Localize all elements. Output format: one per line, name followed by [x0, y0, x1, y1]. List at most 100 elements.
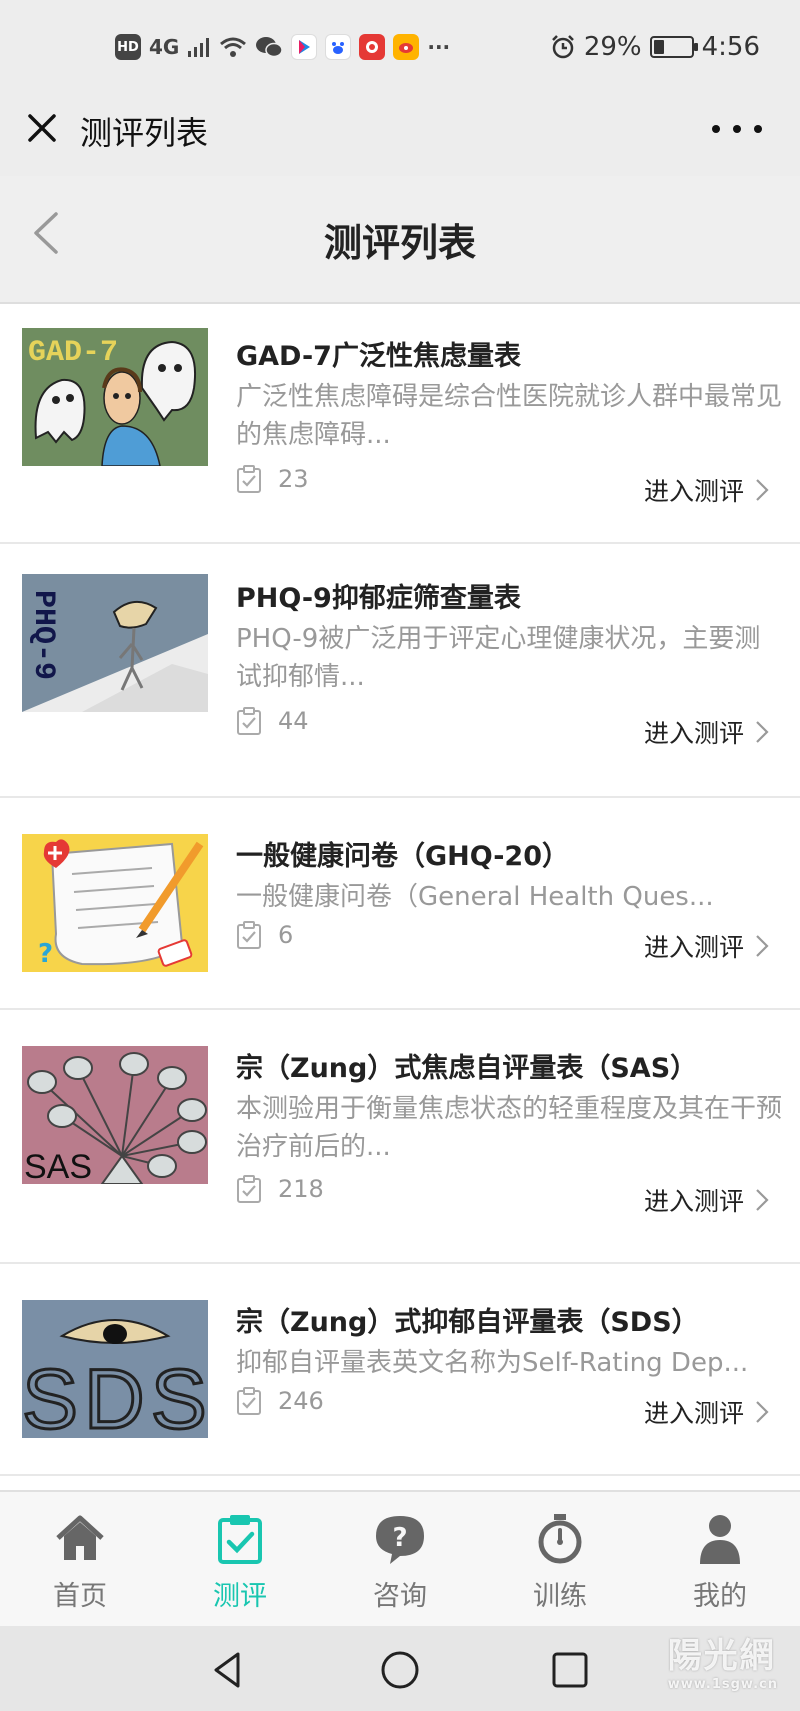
- status-bar: HD 4G ··· 29% 4:56: [0, 0, 800, 92]
- home-icon: [56, 1515, 104, 1560]
- item-description: PHQ-9被广泛用于评定心理健康状况，主要测试抑郁情...: [236, 624, 761, 692]
- wifi-icon: [220, 37, 247, 57]
- thumbnail-image: ?: [22, 834, 208, 972]
- enter-test-button[interactable]: 进入测评: [644, 928, 770, 964]
- tab-consult[interactable]: ? 咨询: [320, 1492, 480, 1626]
- status-right: 29% 4:56: [550, 28, 760, 66]
- enter-label: 进入测评: [643, 477, 744, 506]
- tab-profile[interactable]: 我的: [640, 1492, 800, 1626]
- thumbnail-image: PHQ-9: [22, 574, 208, 712]
- test-count: 6: [236, 920, 293, 950]
- recent-apps-icon[interactable]: [548, 1648, 592, 1692]
- count-value: 23: [278, 465, 309, 493]
- item-description: 广泛性焦虑障碍是综合性医院就诊人群中最常见的焦虑障碍...: [236, 382, 783, 450]
- more-menu-icon[interactable]: [712, 114, 762, 144]
- close-icon[interactable]: [22, 108, 62, 148]
- thumbnail-image: SAS: [22, 1046, 208, 1184]
- thumb-label: PHQ-9: [26, 590, 60, 680]
- thumb-label: SAS: [24, 1148, 92, 1184]
- chevron-right-icon: [756, 479, 769, 501]
- network-type: 4G: [149, 35, 180, 59]
- count-value: 44: [278, 707, 309, 735]
- chevron-right-icon: [756, 1401, 769, 1423]
- question-bubble-icon: ?: [376, 1516, 424, 1564]
- tab-home[interactable]: 首页: [0, 1492, 160, 1626]
- clipboard-check-icon: [237, 1175, 261, 1203]
- assessment-list: GAD-7 GAD-7广泛性焦虑量表 广泛性焦虑障碍是综合性医院就诊人群中最常见…: [0, 304, 800, 1476]
- system-navigation-bar: 陽光網 www.1sgw.cn: [0, 1626, 800, 1711]
- svg-text:?: ?: [392, 1523, 407, 1553]
- miniprogram-navbar: 测评列表: [0, 92, 800, 176]
- svg-text:?: ?: [38, 939, 53, 969]
- battery-icon: [649, 36, 698, 58]
- item-description: 一般健康问卷（General Health Ques...: [236, 882, 714, 912]
- clipboard-check-icon: [218, 1515, 262, 1564]
- watermark-url: www.1sgw.cn: [667, 1677, 778, 1692]
- enter-label: 进入测评: [643, 1187, 744, 1216]
- clipboard-check-icon: [237, 921, 261, 949]
- item-title: GAD-7广泛性焦虑量表: [236, 341, 521, 372]
- test-count: 218: [236, 1174, 324, 1204]
- user-icon: [700, 1515, 740, 1564]
- alarm-icon: [551, 35, 574, 59]
- tab-label: 训练: [533, 1581, 587, 1612]
- enter-test-button[interactable]: 进入测评: [644, 714, 770, 750]
- list-item[interactable]: SDS 宗（Zung）式抑郁自评量表（SDS） 抑郁自评量表英文名称为Self-…: [0, 1264, 800, 1476]
- weibo-icon: [393, 34, 420, 60]
- enter-test-button[interactable]: 进入测评: [644, 1394, 770, 1430]
- tab-training[interactable]: 训练: [480, 1492, 640, 1626]
- tab-label: 测评: [213, 1581, 267, 1612]
- battery-percent: 29%: [583, 32, 642, 62]
- clipboard-check-icon: [237, 465, 261, 493]
- chevron-right-icon: [756, 1189, 769, 1211]
- clipboard-check-icon: [237, 1387, 261, 1415]
- thumbnail-image: SDS: [22, 1300, 208, 1438]
- hd-indicator: HD: [115, 34, 141, 60]
- count-value: 246: [278, 1387, 324, 1415]
- thumbnail-image: GAD-7: [22, 328, 208, 466]
- clock: 4:56: [701, 32, 760, 62]
- home-circle-icon[interactable]: [378, 1648, 422, 1692]
- app-icon: [359, 34, 386, 60]
- item-title: 宗（Zung）式焦虑自评量表（SAS）: [236, 1053, 698, 1084]
- status-overflow: ···: [427, 35, 451, 59]
- tab-label: 首页: [53, 1581, 107, 1612]
- back-triangle-icon[interactable]: [206, 1648, 250, 1692]
- test-count: 246: [236, 1386, 324, 1416]
- clipboard-check-icon: [237, 707, 261, 735]
- chevron-right-icon: [756, 721, 769, 743]
- list-item[interactable]: PHQ-9 PHQ-9抑郁症筛查量表 PHQ-9被广泛用于评定心理健康状况，主要…: [0, 544, 800, 798]
- thumb-label: GAD-7: [28, 336, 118, 370]
- item-title: 一般健康问卷（GHQ-20）: [236, 841, 569, 872]
- tab-label: 我的: [693, 1581, 747, 1612]
- list-item[interactable]: GAD-7 GAD-7广泛性焦虑量表 广泛性焦虑障碍是综合性医院就诊人群中最常见…: [0, 304, 800, 544]
- page-header: 测评列表: [0, 176, 800, 304]
- count-value: 218: [278, 1175, 324, 1203]
- page-title: 测评列表: [323, 221, 476, 265]
- chevron-right-icon: [756, 935, 769, 957]
- tab-label: 咨询: [373, 1581, 427, 1612]
- test-count: 44: [236, 706, 309, 736]
- stopwatch-icon: [538, 1514, 582, 1564]
- count-value: 6: [278, 921, 294, 949]
- item-description: 本测验用于衡量焦虑状态的轻重程度及其在干预治疗前后的...: [236, 1094, 783, 1162]
- youku-icon: [291, 34, 318, 60]
- item-description: 抑郁自评量表英文名称为Self-Rating Dep...: [236, 1348, 749, 1378]
- list-item[interactable]: ? 一般健康问卷（GHQ-20） 一般健康问卷（General Health Q…: [0, 798, 800, 1010]
- navbar-title: 测评列表: [80, 114, 209, 152]
- list-item[interactable]: SAS 宗（Zung）式焦虑自评量表（SAS） 本测验用于衡量焦虑状态的轻重程度…: [0, 1010, 800, 1264]
- enter-test-button[interactable]: 进入测评: [644, 472, 770, 508]
- enter-test-button[interactable]: 进入测评: [644, 1182, 770, 1218]
- item-title: 宗（Zung）式抑郁自评量表（SDS）: [236, 1307, 699, 1338]
- bottom-tab-bar: 首页 测评 ? 咨询 训练 我的: [0, 1490, 800, 1626]
- thumb-label: SDS: [22, 1352, 208, 1438]
- test-count: 23: [236, 464, 309, 494]
- status-left: HD 4G ···: [115, 28, 450, 66]
- watermark-text: 陽光網: [667, 1636, 776, 1676]
- watermark-logo: 陽光網 www.1sgw.cn: [668, 1628, 778, 1692]
- item-title: PHQ-9抑郁症筛查量表: [236, 583, 521, 614]
- enter-label: 进入测评: [643, 1399, 744, 1428]
- enter-label: 进入测评: [643, 933, 744, 962]
- tab-assessment[interactable]: 测评: [160, 1492, 320, 1626]
- signal-icon: [188, 38, 210, 57]
